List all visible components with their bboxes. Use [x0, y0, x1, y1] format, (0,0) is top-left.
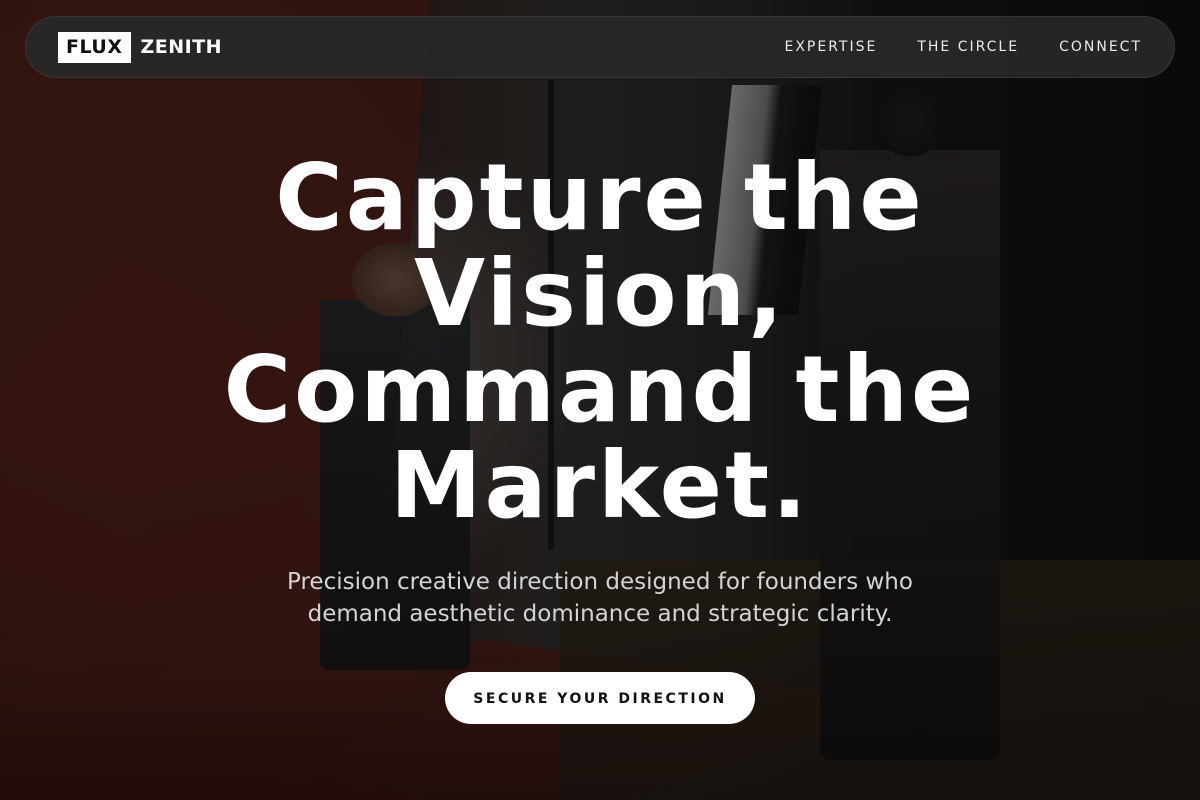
hero-subheadline: Precision creative direction designed fo…	[287, 569, 913, 627]
brand-logo-word: ZENITH	[140, 36, 223, 58]
hero-content: Capture the Vision, Command the Market. …	[0, 150, 1200, 724]
nav-link-connect[interactable]: CONNECT	[1059, 39, 1142, 55]
brand-logo-box: FLUX	[58, 31, 131, 63]
hero-section: FLUX ZENITH EXPERTISE THE CIRCLE CONNECT…	[0, 0, 1200, 800]
nav-link-expertise[interactable]: EXPERTISE	[784, 39, 877, 55]
nav-link-the-circle[interactable]: THE CIRCLE	[917, 39, 1019, 55]
secure-direction-button[interactable]: SECURE YOUR DIRECTION	[445, 672, 755, 724]
brand-logo[interactable]: FLUX ZENITH	[58, 31, 223, 63]
top-navigation: FLUX ZENITH EXPERTISE THE CIRCLE CONNECT	[25, 16, 1175, 78]
nav-links: EXPERTISE THE CIRCLE CONNECT	[784, 39, 1142, 55]
hero-headline: Capture the Vision, Command the Market.	[223, 144, 977, 539]
